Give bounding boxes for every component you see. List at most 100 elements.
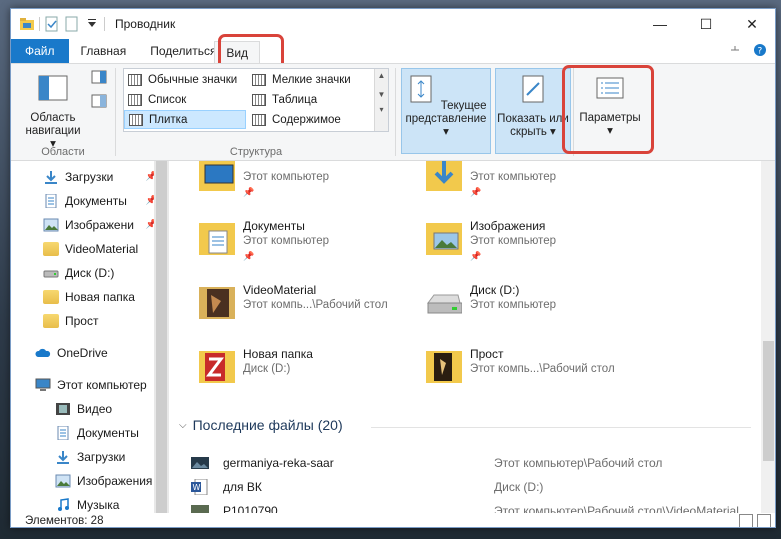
nav-item-pictures[interactable]: Изображения: [55, 469, 152, 493]
tile-desc: Этот компьютер: [470, 299, 556, 311]
tile-videomaterial[interactable]: VideoMaterial Этот компь...\Рабочий стол: [199, 277, 419, 333]
nav-item-label: Новая папка: [65, 290, 135, 304]
nav-item-pictures-pinned[interactable]: Изображени: [43, 213, 134, 237]
content-scrollbar[interactable]: [761, 161, 775, 513]
ribbon-separator: [395, 68, 396, 156]
tile-pictures[interactable]: Изображения Этот компьютер 📌: [426, 213, 646, 269]
pictures-icon: [43, 218, 59, 232]
nav-scrollbar[interactable]: [154, 161, 169, 513]
layout-details[interactable]: Таблица: [248, 90, 374, 109]
details-view-icon[interactable]: [739, 514, 753, 527]
close-button[interactable]: ✕: [729, 9, 775, 39]
large-icons-icon: [128, 73, 142, 86]
folder-icon: [43, 290, 59, 304]
list-item[interactable]: P1010790 Этот компьютер\Рабочий стол\Vid…: [191, 499, 761, 513]
maximize-button[interactable]: ☐: [683, 9, 729, 39]
video-icon: [56, 403, 70, 415]
current-view-icon: [410, 75, 432, 103]
large-icons-view-icon[interactable]: [757, 514, 771, 527]
layout-content[interactable]: Содержимое: [248, 110, 374, 129]
nav-item-label: VideoMaterial: [65, 242, 139, 256]
tile-drive-d[interactable]: Диск (D:) Этот компьютер: [426, 277, 646, 333]
nav-item-documents-pinned[interactable]: Документы: [43, 189, 127, 213]
show-hide-button[interactable]: Показать или скрыть ▾: [495, 68, 571, 154]
documents-icon: [57, 426, 69, 440]
nav-item-label: Документы: [65, 194, 127, 208]
download-icon: [45, 171, 57, 184]
music-icon: [58, 498, 69, 511]
nav-item-downloads[interactable]: Загрузки: [55, 445, 125, 469]
documents-icon: [45, 194, 57, 208]
tile-name: Документы: [243, 219, 305, 233]
show-hide-label: Показать или скрыть: [497, 113, 569, 138]
tile-downloads[interactable]: Этот компьютер 📌: [426, 161, 646, 205]
layout-item-label: Содержимое: [272, 113, 341, 126]
prost-folder-icon: [426, 351, 462, 383]
tile-name: Новая папка: [243, 347, 313, 361]
ribbon-tabs: Файл Главная Поделиться Вид ?: [11, 39, 775, 63]
recent-files-title: Последние файлы (20): [192, 417, 343, 433]
list-item[interactable]: W для ВК Диск (D:): [191, 475, 761, 499]
file-path: Этот компьютер\Рабочий стол\VideoMateria…: [494, 504, 739, 513]
desktop-folder-icon: [199, 161, 235, 191]
layout-item-label: Плитка: [149, 113, 188, 126]
nav-item-videomaterial[interactable]: VideoMaterial: [43, 237, 138, 261]
group-layout: Обычные значки Мелкие значки Список Табл…: [11, 64, 401, 160]
file-name: P1010790: [223, 504, 278, 513]
svg-text:W: W: [193, 483, 201, 492]
nav-item-drive-d[interactable]: Диск (D:): [43, 261, 114, 285]
nav-item-prost[interactable]: Прост: [43, 309, 98, 333]
chevron-down-icon: ⌵: [179, 419, 187, 431]
current-view-button[interactable]: Текущее представление ▾: [401, 68, 491, 154]
title-bar: Проводник — ☐ ✕: [11, 9, 775, 39]
explorer-app-icon: [20, 18, 34, 30]
tile-documents[interactable]: Документы Этот компьютер 📌: [199, 213, 419, 269]
nav-item-onedrive[interactable]: OneDrive: [35, 341, 108, 365]
tab-share[interactable]: Поделиться: [140, 39, 214, 63]
svg-text:?: ?: [758, 47, 763, 57]
customize-qat-chevron-icon[interactable]: [84, 16, 100, 32]
cloud-icon: [35, 348, 51, 357]
small-icons-icon: [252, 73, 266, 86]
nav-item-label: Документы: [77, 426, 139, 440]
nav-item-label: Диск (D:): [65, 266, 115, 280]
tile-new-folder[interactable]: Новая папка Диск (D:): [199, 341, 419, 397]
properties-icon[interactable]: [44, 16, 60, 32]
nav-item-label: Загрузки: [65, 170, 114, 184]
pin-ribbon-icon[interactable]: [729, 44, 741, 56]
ribbon-view: Область навигации ▾ Области Обычные знач…: [11, 63, 775, 161]
layout-small-icons[interactable]: Мелкие значки: [248, 70, 374, 89]
tile-desc: Этот компь...\Рабочий стол: [470, 363, 615, 375]
layout-list[interactable]: Список: [124, 90, 246, 109]
content-scrollbar-thumb[interactable]: [763, 341, 774, 461]
tile-name: VideoMaterial: [243, 283, 317, 297]
tile-desc: Этот компь...\Рабочий стол: [243, 299, 388, 311]
nav-item-video[interactable]: Видео: [55, 397, 112, 421]
tile-prost[interactable]: Прост Этот компь...\Рабочий стол: [426, 341, 646, 397]
layout-large-icons[interactable]: Обычные значки: [124, 70, 246, 89]
tile-desktop[interactable]: Этот компьютер 📌: [199, 161, 419, 205]
file-path: Диск (D:): [494, 480, 544, 494]
recent-files-header[interactable]: ⌵ Последние файлы (20): [179, 417, 343, 433]
status-bar: Элементов: 28: [11, 513, 775, 527]
list-item[interactable]: germaniya-reka-saar Этот компьютер\Рабоч…: [191, 451, 761, 475]
tab-file[interactable]: Файл: [11, 39, 69, 63]
list-icon: [128, 93, 142, 106]
layout-tiles[interactable]: Плитка: [124, 110, 246, 129]
minimize-button[interactable]: —: [637, 9, 683, 39]
nav-item-downloads-pinned[interactable]: Загрузки: [43, 165, 113, 189]
nav-item-label: Этот компьютер: [57, 378, 147, 392]
help-icon[interactable]: ?: [753, 43, 767, 57]
details-icon: [252, 93, 266, 106]
nav-item-new-folder[interactable]: Новая папка: [43, 285, 135, 309]
tile-desc: Этот компьютер: [243, 171, 329, 183]
tab-home[interactable]: Главная: [69, 39, 141, 63]
nav-item-this-pc[interactable]: Этот компьютер: [35, 373, 147, 397]
new-folder-icon[interactable]: [64, 16, 80, 32]
layout-gallery-scroll[interactable]: ▲ ▼ ▾: [374, 69, 388, 131]
nav-item-documents[interactable]: Документы: [55, 421, 139, 445]
tile-name: Изображения: [470, 219, 546, 233]
tile-desc: Этот компьютер: [470, 171, 556, 183]
pictures-icon: [55, 474, 71, 488]
nav-scrollbar-thumb[interactable]: [156, 161, 167, 513]
